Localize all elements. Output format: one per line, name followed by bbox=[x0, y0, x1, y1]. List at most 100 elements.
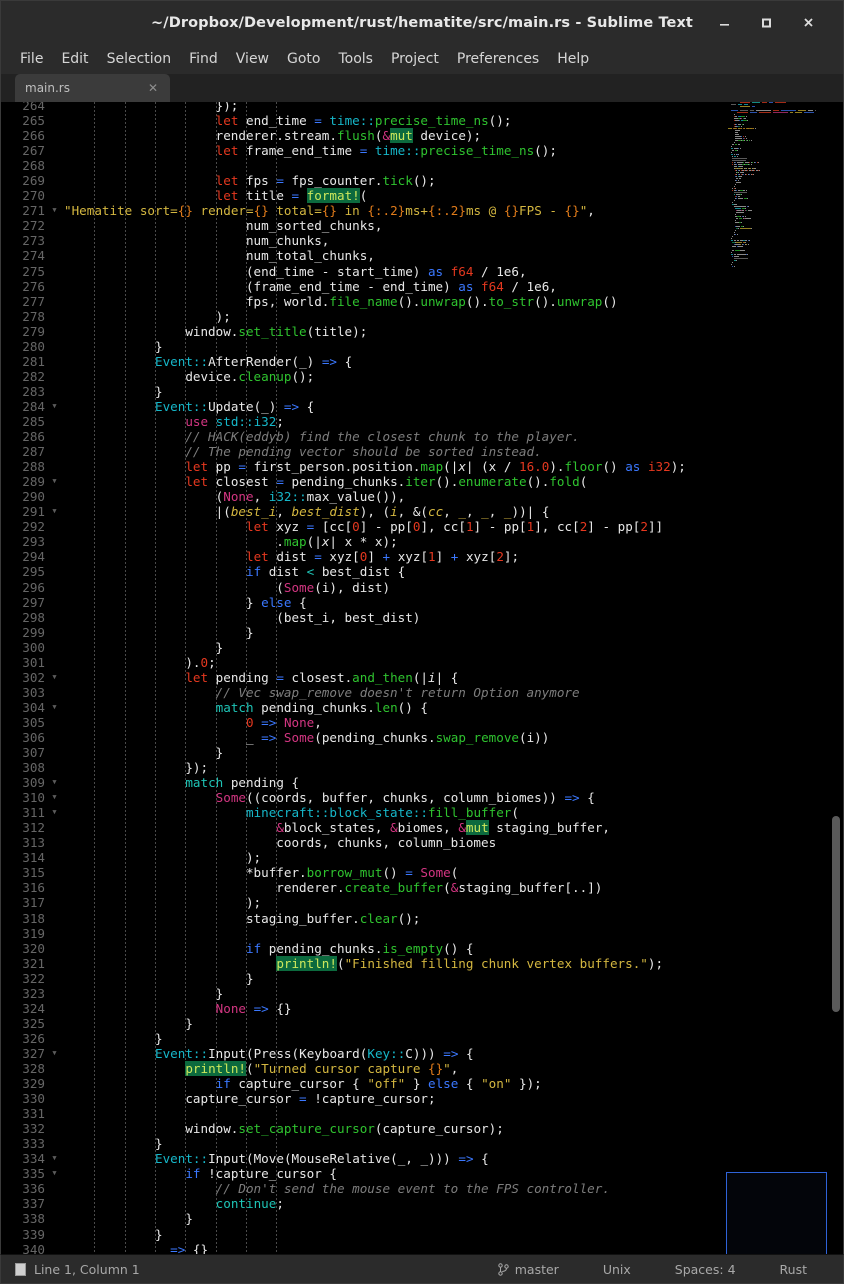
code-line[interactable]: 326 } bbox=[1, 1031, 843, 1046]
code-line[interactable]: 333 } bbox=[1, 1136, 843, 1151]
code-line[interactable]: 274 num_total_chunks, bbox=[1, 248, 843, 263]
code-line[interactable]: 271 ▼ "Hematite sort={} render={} total={}… bbox=[1, 203, 843, 218]
code-line[interactable]: 273 num_chunks, bbox=[1, 233, 843, 248]
code-line[interactable]: 286 // HACK(eddyb) find the closest chun… bbox=[1, 429, 843, 444]
code-line[interactable]: 279 window.set_title(title); bbox=[1, 324, 843, 339]
fold-arrow-icon[interactable]: ▼ bbox=[49, 1166, 60, 1181]
code-area[interactable]: 264 }); 265 let end_time = time::precise_… bbox=[1, 102, 843, 1254]
menu-item-help[interactable]: Help bbox=[548, 47, 598, 71]
code-line[interactable]: 335 ▼ if !capture_cursor { bbox=[1, 1166, 843, 1181]
code-line[interactable]: 264 }); bbox=[1, 102, 843, 113]
code-line[interactable]: 328 println!("Turned cursor capture {}", bbox=[1, 1061, 843, 1076]
code-line[interactable]: 314 ); bbox=[1, 850, 843, 865]
code-line[interactable]: 317 ); bbox=[1, 895, 843, 910]
code-line[interactable]: 295 if dist < best_dist { bbox=[1, 564, 843, 579]
code-line[interactable]: 296 (Some(i), dist) bbox=[1, 580, 843, 595]
status-syntax[interactable]: Rust bbox=[758, 1262, 829, 1277]
menu-item-view[interactable]: View bbox=[227, 47, 278, 71]
minimize-button[interactable] bbox=[703, 8, 745, 38]
code-line[interactable]: 265 let end_time = time::precise_time_ns… bbox=[1, 113, 843, 128]
code-line[interactable]: 313 coords, chunks, column_biomes bbox=[1, 835, 843, 850]
code-line[interactable]: 316 renderer.create_buffer(&staging_buff… bbox=[1, 880, 843, 895]
code-line[interactable]: 290 (None, i32::max_value()), bbox=[1, 489, 843, 504]
code-line[interactable]: 325 } bbox=[1, 1016, 843, 1031]
code-line[interactable]: 336 // Don't send the mouse event to the… bbox=[1, 1181, 843, 1196]
code-line[interactable]: 330 capture_cursor = !capture_cursor; bbox=[1, 1091, 843, 1106]
code-line[interactable]: 285 use std::i32; bbox=[1, 414, 843, 429]
code-line[interactable]: 339 } bbox=[1, 1227, 843, 1242]
code-line[interactable]: 337 continue; bbox=[1, 1196, 843, 1211]
status-git-branch[interactable]: master bbox=[498, 1262, 581, 1277]
fold-arrow-icon[interactable]: ▼ bbox=[49, 670, 60, 685]
code-line[interactable]: 272 num_sorted_chunks, bbox=[1, 218, 843, 233]
fold-arrow-icon[interactable]: ▼ bbox=[49, 1046, 60, 1061]
fold-arrow-icon[interactable]: ▼ bbox=[49, 203, 60, 218]
vertical-scrollbar[interactable] bbox=[829, 102, 843, 1254]
code-line[interactable]: 311 ▼ minecraft::block_state::fill_buffer… bbox=[1, 805, 843, 820]
code-line[interactable]: 324 None => {} bbox=[1, 1001, 843, 1016]
menu-item-tools[interactable]: Tools bbox=[329, 47, 382, 71]
fold-arrow-icon[interactable]: ▼ bbox=[49, 775, 60, 790]
code-line[interactable]: 284 ▼ Event::Update(_) => { bbox=[1, 399, 843, 414]
tab-close-icon[interactable]: ✕ bbox=[146, 81, 160, 95]
code-line[interactable]: 267 let frame_end_time = time::precise_t… bbox=[1, 143, 843, 158]
code-line[interactable]: 322 } bbox=[1, 971, 843, 986]
code-line[interactable]: 287 // The pending vector should be sort… bbox=[1, 444, 843, 459]
code-line[interactable]: 292 let xyz = [cc[0] - pp[0], cc[1] - pp… bbox=[1, 519, 843, 534]
code-line[interactable]: 301 ).0; bbox=[1, 655, 843, 670]
code-line[interactable]: 309 ▼ match pending { bbox=[1, 775, 843, 790]
code-line[interactable]: 331 bbox=[1, 1106, 843, 1121]
menu-item-project[interactable]: Project bbox=[382, 47, 448, 71]
code-line[interactable]: 310 ▼ Some((coords, buffer, chunks, colum… bbox=[1, 790, 843, 805]
code-line[interactable]: 329 if capture_cursor { "off" } else { "… bbox=[1, 1076, 843, 1091]
code-line[interactable]: 269 let fps = fps_counter.tick(); bbox=[1, 173, 843, 188]
menu-item-goto[interactable]: Goto bbox=[278, 47, 329, 71]
code-line[interactable]: 334 ▼ Event::Input(Move(MouseRelative(_, … bbox=[1, 1151, 843, 1166]
code-line[interactable]: 312 &block_states, &biomes, &mut staging… bbox=[1, 820, 843, 836]
code-line[interactable]: 298 (best_i, best_dist) bbox=[1, 610, 843, 625]
code-line[interactable]: 276 (frame_end_time - end_time) as f64 /… bbox=[1, 279, 843, 294]
status-indentation[interactable]: Spaces: 4 bbox=[653, 1262, 758, 1277]
code-line[interactable]: 305 0 => None, bbox=[1, 715, 843, 730]
code-line[interactable]: 340 => {} bbox=[1, 1242, 843, 1254]
code-line[interactable]: 304 ▼ match pending_chunks.len() { bbox=[1, 700, 843, 715]
code-line[interactable]: 323 } bbox=[1, 986, 843, 1001]
code-line[interactable]: 277 fps, world.file_name().unwrap().to_s… bbox=[1, 294, 843, 309]
fold-arrow-icon[interactable]: ▼ bbox=[49, 399, 60, 414]
code-line[interactable]: 297 } else { bbox=[1, 595, 843, 610]
code-line[interactable]: 338 } bbox=[1, 1211, 843, 1226]
code-line[interactable]: 283 } bbox=[1, 384, 843, 399]
fold-arrow-icon[interactable]: ▼ bbox=[49, 1151, 60, 1166]
code-line[interactable]: 320 if pending_chunks.is_empty() { bbox=[1, 941, 843, 956]
code-line[interactable]: 302 ▼ let pending = closest.and_then(|i| … bbox=[1, 670, 843, 685]
code-line[interactable]: 268 bbox=[1, 158, 843, 173]
code-line[interactable]: 308 }); bbox=[1, 760, 843, 775]
code-line[interactable]: 278 ); bbox=[1, 309, 843, 324]
menu-item-edit[interactable]: Edit bbox=[52, 47, 97, 71]
fold-arrow-icon[interactable]: ▼ bbox=[49, 474, 60, 489]
code-line[interactable]: 275 (end_time - start_time) as f64 / 1e6… bbox=[1, 264, 843, 279]
menu-item-find[interactable]: Find bbox=[180, 47, 227, 71]
close-button[interactable] bbox=[787, 8, 829, 38]
fold-arrow-icon[interactable]: ▼ bbox=[49, 504, 60, 519]
code-line[interactable]: 318 staging_buffer.clear(); bbox=[1, 911, 843, 926]
menu-item-file[interactable]: File bbox=[11, 47, 52, 71]
code-line[interactable]: 280 } bbox=[1, 339, 843, 354]
code-line[interactable]: 293 .map(|x| x * x); bbox=[1, 534, 843, 549]
code-line[interactable]: 289 ▼ let closest = pending_chunks.iter()… bbox=[1, 474, 843, 489]
code-line[interactable]: 291 ▼ |(best_i, best_dist), (i, &(cc, _, … bbox=[1, 504, 843, 519]
fold-arrow-icon[interactable]: ▼ bbox=[49, 790, 60, 805]
code-line[interactable]: 300 } bbox=[1, 640, 843, 655]
code-line[interactable]: 282 device.cleanup(); bbox=[1, 369, 843, 384]
code-line[interactable]: 327 ▼ Event::Input(Press(Keyboard(Key::C)… bbox=[1, 1046, 843, 1061]
maximize-button[interactable] bbox=[745, 8, 787, 38]
scrollbar-thumb[interactable] bbox=[832, 816, 840, 1013]
code-line[interactable]: 299 } bbox=[1, 625, 843, 640]
code-line[interactable]: 332 window.set_capture_cursor(capture_cu… bbox=[1, 1121, 843, 1136]
code-line[interactable]: 307 } bbox=[1, 745, 843, 760]
code-line[interactable]: 306 _ => Some(pending_chunks.swap_remove… bbox=[1, 730, 843, 745]
code-line[interactable]: 270 let title = format!( bbox=[1, 188, 843, 204]
minimap[interactable] bbox=[724, 102, 829, 1254]
menu-item-preferences[interactable]: Preferences bbox=[448, 47, 548, 71]
status-line-endings[interactable]: Unix bbox=[581, 1262, 653, 1277]
